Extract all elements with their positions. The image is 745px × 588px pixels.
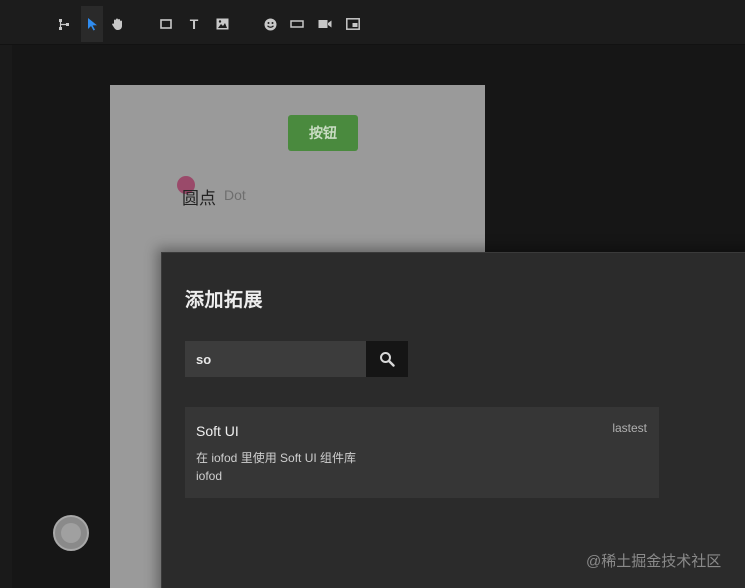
extension-author: iofod [196, 469, 223, 483]
watermark: @稀土掘金技术社区 [586, 553, 722, 570]
pointer-icon[interactable] [81, 6, 103, 42]
hand-icon[interactable] [107, 6, 129, 42]
add-extension-dialog: 添加拓展 Soft UI lastest 在 iofod 里使用 Soft UI… [161, 252, 745, 588]
extension-description: 在 iofod 里使用 Soft UI 组件库 [196, 451, 357, 465]
image-icon[interactable] [211, 6, 233, 42]
extension-version: lastest [612, 421, 647, 435]
floating-handle[interactable] [53, 515, 89, 551]
button-shape-icon[interactable] [286, 6, 308, 42]
dot-label: 圆点 [182, 189, 216, 208]
extension-result-card[interactable]: Soft UI lastest 在 iofod 里使用 Soft UI 组件库 … [185, 407, 659, 498]
search-input[interactable] [185, 341, 366, 377]
dot-sublabel: Dot [224, 187, 246, 203]
tree-icon[interactable] [53, 6, 75, 42]
text-icon[interactable]: T [183, 6, 205, 42]
search-button[interactable] [366, 341, 408, 377]
emoji-icon[interactable] [259, 6, 281, 42]
left-panel-strip [0, 45, 12, 588]
search-icon [380, 352, 395, 367]
rectangle-icon[interactable] [155, 6, 177, 42]
embed-icon[interactable] [342, 6, 364, 42]
text-glyph: T [189, 16, 199, 32]
extension-name: Soft UI [196, 423, 239, 439]
top-toolbar: T [0, 0, 745, 45]
floating-handle-inner [61, 523, 81, 543]
video-icon[interactable] [314, 6, 336, 42]
dialog-title: 添加拓展 [185, 290, 264, 311]
artboard-button[interactable]: 按钮 [288, 115, 358, 151]
